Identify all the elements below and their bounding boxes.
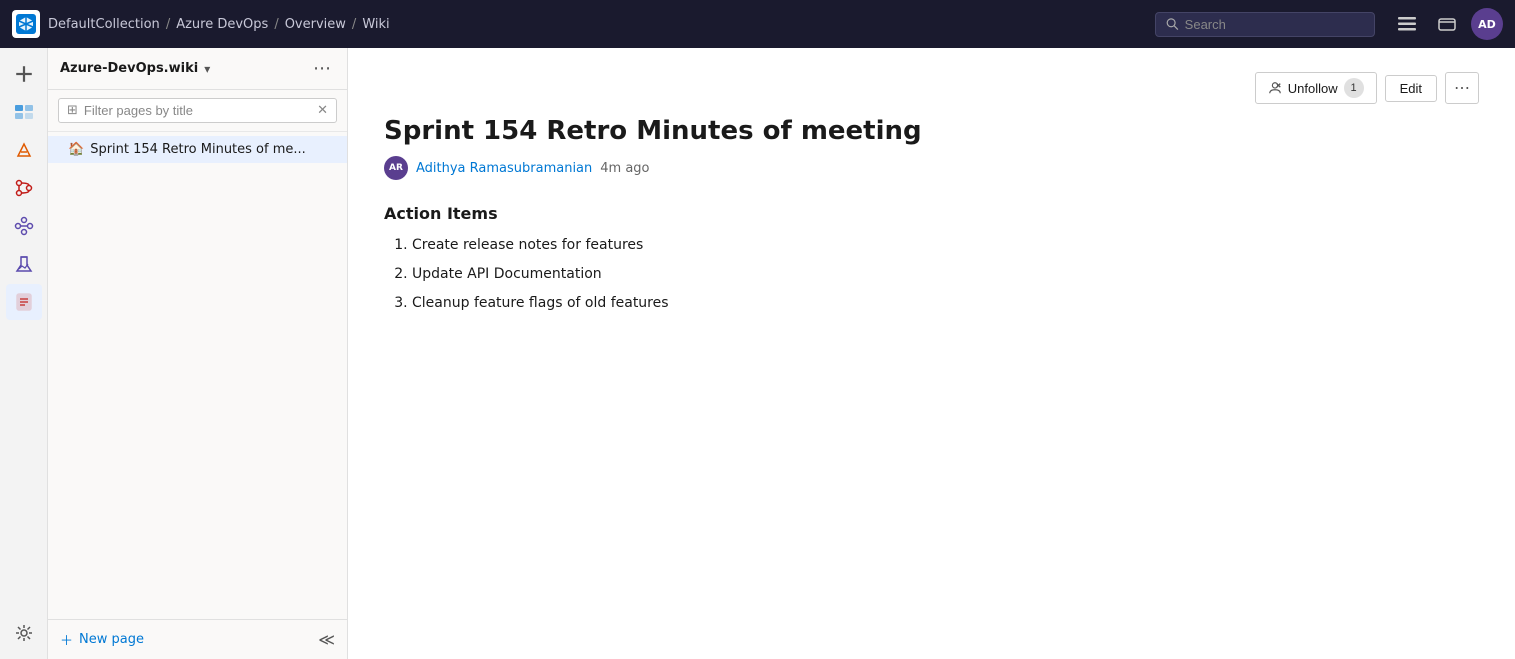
home-icon: 🏠 bbox=[68, 142, 84, 157]
unfollow-label: Unfollow bbox=[1288, 81, 1338, 96]
filter-icon: ⊞ bbox=[67, 103, 78, 118]
collapse-sidebar-button[interactable]: ≪ bbox=[318, 630, 335, 649]
edit-button[interactable]: Edit bbox=[1385, 75, 1437, 102]
app-logo[interactable] bbox=[12, 10, 40, 38]
author-avatar: AR bbox=[384, 156, 408, 180]
filter-pages-input[interactable] bbox=[84, 103, 311, 118]
settings-nav-icon[interactable] bbox=[6, 615, 42, 651]
main-layout: Azure-DevOps.wiki ▾ ⋯ ⊞ ✕ 🏠 Sprint 154 R… bbox=[0, 48, 1515, 659]
boards-nav-icon[interactable] bbox=[6, 94, 42, 130]
sprints-nav-icon[interactable] bbox=[6, 132, 42, 168]
wiki-title-chevron-icon[interactable]: ▾ bbox=[204, 62, 210, 76]
unfollow-button[interactable]: Unfollow 1 bbox=[1255, 72, 1377, 104]
search-icon bbox=[1166, 17, 1179, 31]
wiki-page-label: Sprint 154 Retro Minutes of me... bbox=[90, 142, 306, 157]
wiki-sidebar: Azure-DevOps.wiki ▾ ⋯ ⊞ ✕ 🏠 Sprint 154 R… bbox=[48, 48, 348, 659]
breadcrumb-defaultcollection[interactable]: DefaultCollection bbox=[48, 17, 160, 32]
notifications-icon[interactable] bbox=[1431, 8, 1463, 40]
icon-sidebar-top bbox=[6, 56, 42, 615]
new-page-button[interactable]: ＋ New page bbox=[60, 630, 144, 649]
author-name[interactable]: Adithya Ramasubramanian bbox=[416, 161, 592, 176]
breadcrumb: DefaultCollection / Azure DevOps / Overv… bbox=[48, 17, 1147, 32]
section-title: Action Items bbox=[384, 204, 1479, 223]
topbar-icons: AD bbox=[1391, 8, 1503, 40]
breadcrumb-azuredevops[interactable]: Azure DevOps bbox=[176, 17, 268, 32]
unfollow-icon bbox=[1268, 81, 1282, 95]
wiki-filter-box[interactable]: ⊞ ✕ bbox=[58, 98, 337, 123]
user-avatar[interactable]: AD bbox=[1471, 8, 1503, 40]
action-item-2: Update API Documentation bbox=[412, 264, 1479, 285]
follow-count-badge: 1 bbox=[1344, 78, 1364, 98]
wiki-nav-icon[interactable] bbox=[6, 284, 42, 320]
wiki-tree: 🏠 Sprint 154 Retro Minutes of me... bbox=[48, 132, 347, 619]
test-nav-icon[interactable] bbox=[6, 246, 42, 282]
page-meta: AR Adithya Ramasubramanian 4m ago bbox=[384, 156, 1479, 180]
filter-clear-icon[interactable]: ✕ bbox=[317, 103, 328, 118]
icon-sidebar-bottom bbox=[6, 615, 42, 659]
add-page-icon: ＋ bbox=[60, 630, 73, 649]
view-toggle-icon[interactable] bbox=[1391, 8, 1423, 40]
pipelines-nav-icon[interactable] bbox=[6, 208, 42, 244]
more-options-button[interactable]: ⋯ bbox=[1445, 72, 1479, 104]
wiki-more-icon[interactable]: ⋯ bbox=[309, 58, 335, 79]
action-item-1: Create release notes for features bbox=[412, 235, 1479, 256]
breadcrumb-overview[interactable]: Overview bbox=[285, 17, 346, 32]
page-title: Sprint 154 Retro Minutes of meeting bbox=[384, 116, 1479, 146]
action-item-3: Cleanup feature flags of old features bbox=[412, 293, 1479, 314]
wiki-filter-row: ⊞ ✕ bbox=[48, 90, 347, 132]
new-page-label: New page bbox=[79, 632, 144, 647]
page-time: 4m ago bbox=[600, 161, 649, 176]
content-area: Unfollow 1 Edit ⋯ Sprint 154 Retro Minut… bbox=[348, 48, 1515, 659]
wiki-tree-item[interactable]: 🏠 Sprint 154 Retro Minutes of me... bbox=[48, 136, 347, 163]
topbar: DefaultCollection / Azure DevOps / Overv… bbox=[0, 0, 1515, 48]
breadcrumb-wiki[interactable]: Wiki bbox=[362, 17, 389, 32]
wiki-sidebar-header: Azure-DevOps.wiki ▾ ⋯ bbox=[48, 48, 347, 90]
wiki-sidebar-footer: ＋ New page ≪ bbox=[48, 619, 347, 659]
content-toolbar: Unfollow 1 Edit ⋯ bbox=[384, 72, 1479, 104]
repos-nav-icon[interactable] bbox=[6, 170, 42, 206]
search-box[interactable] bbox=[1155, 12, 1375, 37]
wiki-title-row: Azure-DevOps.wiki ▾ bbox=[60, 61, 210, 76]
action-list: Create release notes for features Update… bbox=[384, 235, 1479, 314]
search-input[interactable] bbox=[1185, 17, 1364, 32]
add-nav-icon[interactable] bbox=[6, 56, 42, 92]
wiki-title: Azure-DevOps.wiki bbox=[60, 61, 198, 76]
icon-sidebar bbox=[0, 48, 48, 659]
